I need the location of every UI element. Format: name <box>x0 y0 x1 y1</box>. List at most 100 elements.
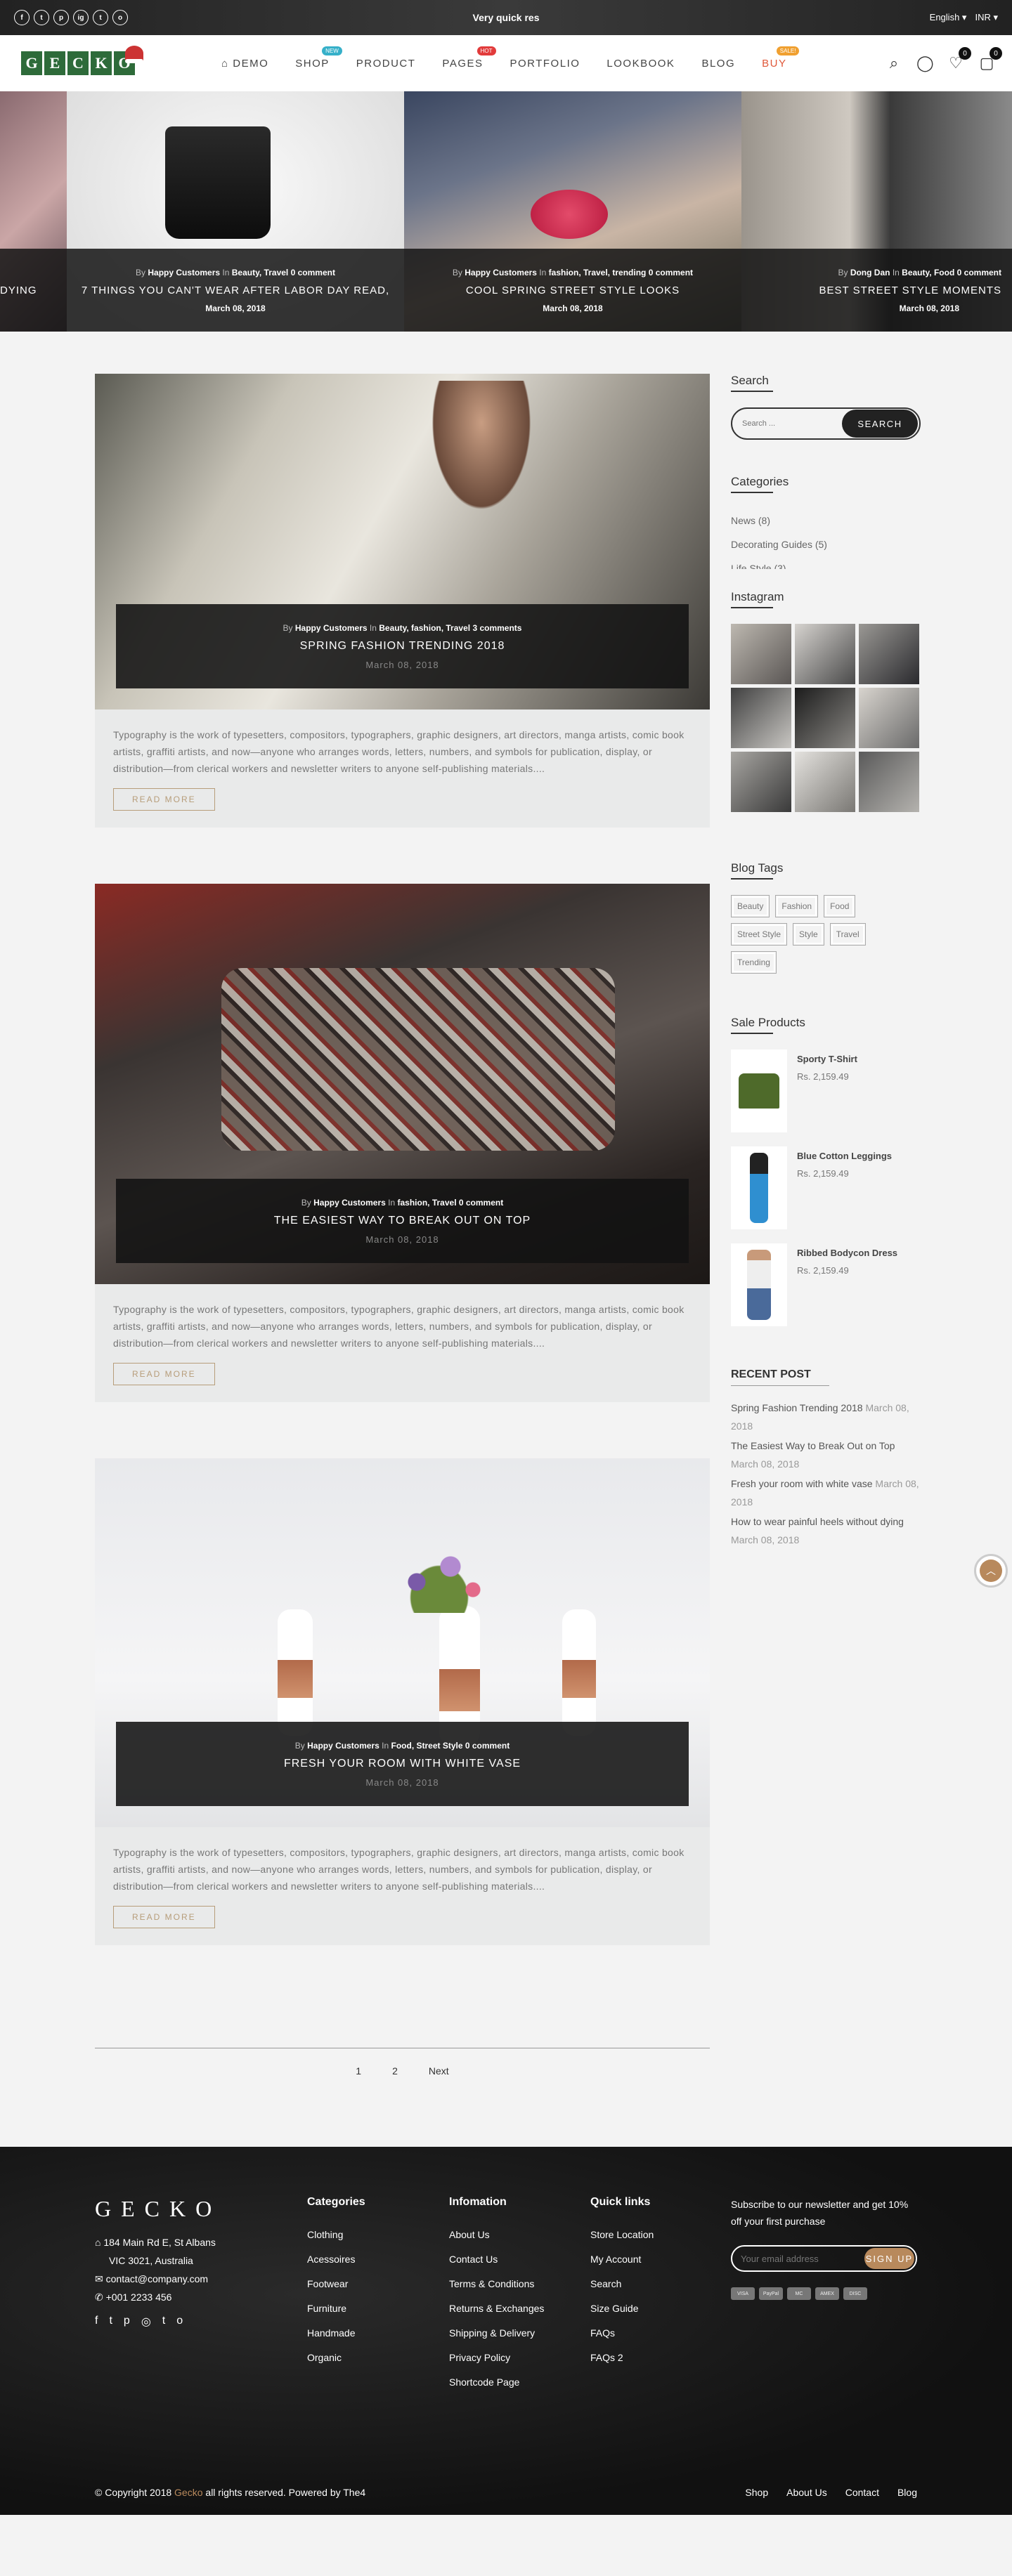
product-image[interactable] <box>731 1243 787 1326</box>
nav-pages[interactable]: Pages HOT <box>442 46 496 70</box>
tag[interactable]: Beauty <box>731 895 770 917</box>
instagram-icon[interactable]: ig <box>73 10 89 25</box>
search-icon[interactable]: ⌕ <box>885 54 902 72</box>
recent-post-item[interactable]: How to wear painful heels without dying … <box>731 1512 921 1549</box>
newsletter-signup-button[interactable]: SIGN UP <box>864 2248 914 2269</box>
snapchat-icon[interactable]: o <box>112 10 128 25</box>
footer-link[interactable]: Organic <box>307 2346 449 2370</box>
instagram-photo[interactable] <box>795 752 855 812</box>
slide-item[interactable]: By Happy Customers In fashion, Travel, t… <box>404 91 741 332</box>
product-item[interactable]: Sporty T-Shirt Rs. 2,159.49 <box>731 1050 921 1132</box>
user-icon[interactable]: ◯ <box>916 54 934 72</box>
nav-blog[interactable]: Blog <box>701 58 735 70</box>
product-image[interactable] <box>731 1146 787 1229</box>
nav-demo[interactable]: ⌂ Demo <box>221 58 268 70</box>
page-1[interactable]: 1 <box>356 2065 361 2077</box>
instagram-photo[interactable] <box>795 688 855 748</box>
footer-link[interactable]: Footwear <box>307 2272 449 2296</box>
slide-title[interactable]: Best Street Style Moments <box>819 285 1002 296</box>
page-2[interactable]: 2 <box>392 2065 398 2077</box>
back-to-top-button[interactable]: ︿ <box>974 1554 1008 1588</box>
newsletter-email-input[interactable] <box>732 2253 864 2264</box>
footer-link[interactable]: Privacy Policy <box>449 2346 590 2370</box>
footer-link[interactable]: Acessoires <box>307 2247 449 2272</box>
tag[interactable]: Trending <box>731 951 777 974</box>
footer-link[interactable]: Clothing <box>307 2223 449 2247</box>
recent-post-item[interactable]: Fresh your room with white vase March 08… <box>731 1475 921 1511</box>
tag[interactable]: Food <box>824 895 856 917</box>
footer-link[interactable]: Store Location <box>590 2223 731 2247</box>
tag[interactable]: Street Style <box>731 923 788 946</box>
product-name[interactable]: Ribbed Bodycon Dress <box>797 1243 897 1258</box>
footer-link[interactable]: My Account <box>590 2247 731 2272</box>
instagram-photo[interactable] <box>731 624 791 684</box>
snapchat-icon[interactable]: o <box>176 2315 183 2329</box>
recent-post-item[interactable]: Spring Fashion Trending 2018 March 08, 2… <box>731 1399 921 1435</box>
footer-link[interactable]: FAQs <box>590 2321 731 2346</box>
nav-buy[interactable]: Buy SALE! <box>762 46 800 70</box>
instagram-photo[interactable] <box>859 688 919 748</box>
read-more-button[interactable]: READ MORE <box>113 1906 215 1928</box>
twitter-icon[interactable]: t <box>34 10 49 25</box>
product-name[interactable]: Blue Cotton Leggings <box>797 1146 892 1161</box>
footer-link[interactable]: Furniture <box>307 2296 449 2321</box>
tumblr-icon[interactable]: t <box>93 10 108 25</box>
tumblr-icon[interactable]: t <box>162 2315 165 2329</box>
post-image[interactable]: By Happy Customers In Beauty, fashion, T… <box>95 374 710 710</box>
nav-lookbook[interactable]: Lookbook <box>606 58 675 70</box>
slide-title[interactable]: 7 Things You Can't Wear After Labor Day … <box>82 285 389 296</box>
post-image[interactable]: By Happy Customers In Food, Street Style… <box>95 1458 710 1827</box>
instagram-photo[interactable] <box>731 752 791 812</box>
facebook-icon[interactable]: f <box>95 2315 98 2329</box>
next-page[interactable]: Next <box>429 2065 449 2077</box>
category-item[interactable]: Life Style (3) <box>731 556 921 569</box>
nav-shop[interactable]: Shop NEW <box>295 46 342 70</box>
footer-link[interactable]: Terms & Conditions <box>449 2272 590 2296</box>
search-button[interactable]: SEARCH <box>842 410 918 438</box>
footer-link[interactable]: Contact Us <box>449 2247 590 2272</box>
slide-item[interactable]: DYING <box>0 91 67 332</box>
pinterest-icon[interactable]: p <box>53 10 69 25</box>
twitter-icon[interactable]: t <box>109 2315 112 2329</box>
language-select[interactable]: English ▾ <box>930 12 967 23</box>
facebook-icon[interactable]: f <box>14 10 30 25</box>
read-more-button[interactable]: READ MORE <box>113 788 215 811</box>
footer-link[interactable]: FAQs 2 <box>590 2346 731 2370</box>
wishlist-icon[interactable]: ♡ 0 <box>947 47 971 72</box>
tag[interactable]: Style <box>793 923 824 946</box>
footer-link[interactable]: Shortcode Page <box>449 2370 590 2395</box>
footer-link[interactable]: Search <box>590 2272 731 2296</box>
currency-select[interactable]: INR ▾ <box>975 12 998 23</box>
post-title[interactable]: Spring Fashion Trending 2018 <box>300 640 505 653</box>
tag[interactable]: Fashion <box>775 895 819 917</box>
category-item[interactable]: News (8) <box>731 509 921 532</box>
footer-link[interactable]: Returns & Exchanges <box>449 2296 590 2321</box>
cart-icon[interactable]: ▢ 0 <box>978 47 1002 72</box>
nav-portfolio[interactable]: Portfolio <box>510 58 580 70</box>
post-title[interactable]: The Easiest Way to Break Out on Top <box>274 1215 531 1227</box>
instagram-photo[interactable] <box>731 688 791 748</box>
footer-bottom-link[interactable]: About Us <box>786 2487 827 2498</box>
slide-title[interactable]: Cool Spring Street Style Looks <box>466 285 680 296</box>
brand-link[interactable]: Gecko <box>174 2487 202 2498</box>
product-item[interactable]: Blue Cotton Leggings Rs. 2,159.49 <box>731 1146 921 1229</box>
footer-link[interactable]: Shipping & Delivery <box>449 2321 590 2346</box>
pinterest-icon[interactable]: p <box>124 2315 130 2329</box>
instagram-photo[interactable] <box>859 624 919 684</box>
post-image[interactable]: By Happy Customers In fashion, Travel 0 … <box>95 884 710 1284</box>
product-name[interactable]: Sporty T-Shirt <box>797 1050 857 1064</box>
instagram-icon[interactable]: ◎ <box>141 2315 151 2329</box>
read-more-button[interactable]: READ MORE <box>113 1363 215 1385</box>
footer-link[interactable]: Handmade <box>307 2321 449 2346</box>
slide-item[interactable]: By Happy Customers In Beauty, Travel 0 c… <box>67 91 404 332</box>
product-item[interactable]: Ribbed Bodycon Dress Rs. 2,159.49 <box>731 1243 921 1326</box>
slide-item[interactable]: By Dong Dan In Beauty, Food 0 comment Be… <box>741 91 1012 332</box>
product-image[interactable] <box>731 1050 787 1132</box>
post-title[interactable]: Fresh your room with white vase <box>284 1758 521 1770</box>
instagram-photo[interactable] <box>795 624 855 684</box>
site-logo[interactable]: G E C K O <box>21 46 143 75</box>
footer-link[interactable]: Size Guide <box>590 2296 731 2321</box>
footer-link[interactable]: About Us <box>449 2223 590 2247</box>
footer-bottom-link[interactable]: Shop <box>745 2487 768 2498</box>
footer-bottom-link[interactable]: Blog <box>897 2487 917 2498</box>
